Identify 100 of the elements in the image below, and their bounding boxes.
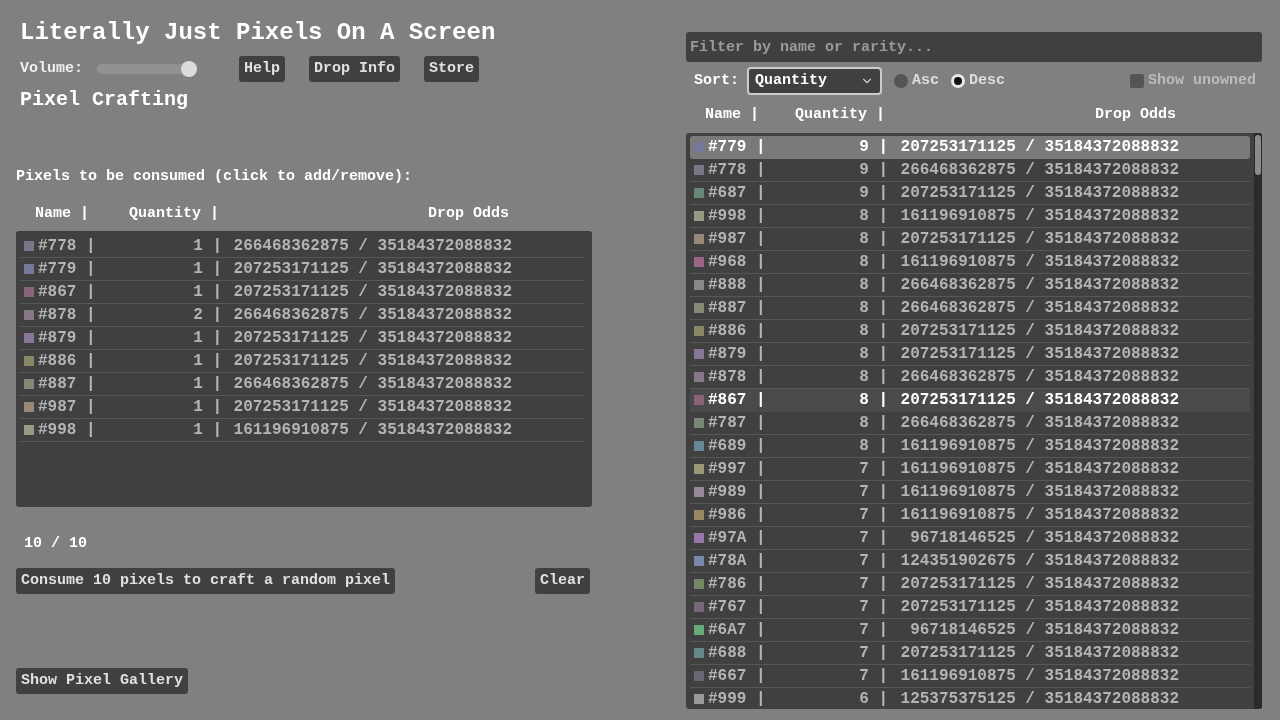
drop-odds-cell-text: 207253171125 / 35184372088832 [232, 282, 512, 303]
nav-button[interactable]: Drop Info [309, 56, 401, 82]
column-header: Drop Odds [427, 203, 509, 224]
drop-odds-cell-text: 96718146525 / 35184372088832 [909, 527, 1179, 549]
column-header: Quantity | [128, 203, 219, 224]
table-row[interactable]: #999 | 6 | 125375375125 / 35184372088832 [690, 687, 1250, 709]
table-row[interactable]: #888 | 8 | 266468362875 / 35184372088832 [690, 273, 1250, 297]
drop-odds-cell-text: 96718146525 / 35184372088832 [909, 619, 1179, 641]
filter-field[interactable]: Filter by name or rarity... [686, 32, 1262, 62]
table-row[interactable]: #998 | 8 | 161196910875 / 35184372088832 [690, 204, 1250, 228]
pixel-name: #688 | [708, 642, 767, 664]
quantity-cell-text: 6 | [858, 688, 888, 709]
quantity-cell-text: 7 | [858, 481, 888, 503]
radio-button[interactable] [951, 74, 966, 88]
table-row[interactable]: #997 | 7 | 161196910875 / 35184372088832 [690, 457, 1250, 481]
pixel-name: #778 | [708, 159, 767, 181]
table-row[interactable]: #878 | 8 | 266468362875 / 35184372088832 [690, 365, 1250, 389]
table-row[interactable]: #667 | 7 | 161196910875 / 35184372088832 [690, 664, 1250, 688]
quantity-cell-text: 9 | [858, 182, 888, 204]
scrollbar[interactable] [1254, 132, 1262, 709]
pixel-name: #989 | [708, 481, 767, 503]
drop-odds-cell-text: 161196910875 / 35184372088832 [899, 481, 1179, 503]
section-heading: Pixel Crafting [20, 88, 190, 112]
pixel-name: #987 | [38, 397, 97, 418]
sort-label: Sort: [694, 70, 739, 91]
table-row[interactable]: #6A7 | 7 | 96718146525 / 35184372088832 [690, 618, 1250, 642]
table-row[interactable]: #688 | 7 | 207253171125 / 35184372088832 [690, 641, 1250, 665]
pixel-name: #997 | [708, 458, 767, 480]
quantity-cell-text: 8 | [858, 366, 888, 388]
table-row[interactable]: #787 | 8 | 266468362875 / 35184372088832 [690, 411, 1250, 435]
table-row[interactable]: #887 | 8 | 266468362875 / 35184372088832 [690, 296, 1250, 320]
drop-odds-cell-text: 266468362875 / 35184372088832 [232, 236, 512, 257]
consume-button[interactable]: Consume 10 pixels to craft a random pixel [16, 567, 396, 594]
table-row[interactable]: #778 | 9 | 266468362875 / 35184372088832 [690, 158, 1250, 182]
quantity-cell-text: 9 | [858, 137, 888, 158]
table-row[interactable]: #786 | 7 | 207253171125 / 35184372088832 [690, 572, 1250, 596]
drop-odds-cell-text: 125375375125 / 35184372088832 [899, 688, 1179, 709]
quantity-cell-text: 8 | [858, 205, 888, 227]
table-row[interactable]: #879 | 1 | 207253171125 / 35184372088832 [20, 327, 584, 350]
clear-button[interactable]: Clear [535, 567, 590, 594]
table-row[interactable]: #878 | 2 | 266468362875 / 35184372088832 [20, 304, 584, 327]
nav-button[interactable]: Help [239, 56, 286, 82]
page-title: Literally Just Pixels On A Screen [20, 20, 497, 46]
pixel-name: #786 | [708, 573, 767, 595]
sort-select[interactable]: Quantity [747, 67, 882, 95]
gallery-button[interactable]: Show Pixel Gallery [16, 667, 189, 694]
pixel-name: #998 | [708, 205, 767, 227]
drop-odds-cell-text: 161196910875 / 35184372088832 [899, 435, 1179, 457]
table-row[interactable]: #968 | 8 | 161196910875 / 35184372088832 [690, 250, 1250, 274]
table-row[interactable]: #887 | 1 | 266468362875 / 35184372088832 [20, 373, 584, 396]
pixel-name: #97A | [708, 527, 767, 549]
pixel-name: #787 | [708, 412, 767, 434]
radio-button[interactable] [894, 74, 908, 88]
pixel-name: #78A | [708, 550, 767, 572]
quantity-cell-text: 8 | [858, 435, 888, 457]
table-row[interactable]: #987 | 8 | 207253171125 / 35184372088832 [690, 227, 1250, 251]
pixel-name: #879 | [38, 328, 97, 349]
radio-label: Asc [912, 70, 940, 91]
quantity-cell-text: 7 | [858, 642, 888, 664]
drop-odds-cell-text: 207253171125 / 35184372088832 [899, 390, 1179, 411]
drop-odds-cell-text: 207253171125 / 35184372088832 [232, 351, 512, 372]
pixel-name: #779 | [38, 259, 97, 280]
drop-odds-cell-text: 207253171125 / 35184372088832 [232, 328, 512, 349]
quantity-cell-text: 7 | [858, 527, 888, 549]
quantity-cell-text: 1 | [192, 236, 222, 257]
checkbox[interactable] [1129, 74, 1144, 88]
pixel-name: #999 | [708, 688, 767, 709]
column-header: Name | [705, 105, 760, 125]
table-row[interactable]: #97A | 7 | 96718146525 / 35184372088832 [690, 526, 1250, 550]
pixel-name: #778 | [38, 236, 97, 257]
table-row[interactable]: #987 | 1 | 207253171125 / 35184372088832 [20, 396, 584, 419]
drop-odds-cell-text: 266468362875 / 35184372088832 [899, 159, 1179, 181]
table-row[interactable]: #879 | 8 | 207253171125 / 35184372088832 [690, 342, 1250, 366]
drop-odds-cell-text: 207253171125 / 35184372088832 [899, 137, 1179, 158]
column-header: Drop Odds [1094, 105, 1176, 125]
pixel-name: #888 | [708, 274, 767, 296]
pixel-name: #886 | [708, 320, 767, 342]
drop-odds-cell-text: 161196910875 / 35184372088832 [899, 504, 1179, 526]
pixel-name: #987 | [708, 228, 767, 250]
table-row[interactable]: #687 | 9 | 207253171125 / 35184372088832 [690, 181, 1250, 205]
nav-button[interactable]: Store [424, 56, 480, 82]
drop-odds-cell-text: 207253171125 / 35184372088832 [899, 596, 1179, 618]
table-row[interactable]: #78A | 7 | 124351902675 / 35184372088832 [690, 549, 1250, 573]
drop-odds-cell-text: 207253171125 / 35184372088832 [899, 573, 1179, 595]
table-row[interactable]: #779 | 1 | 207253171125 / 35184372088832 [20, 258, 584, 281]
volume-label: Volume: [20, 58, 83, 79]
table-row[interactable]: #778 | 1 | 266468362875 / 35184372088832 [20, 235, 584, 258]
table-row[interactable]: #689 | 8 | 161196910875 / 35184372088832 [690, 434, 1250, 458]
table-row[interactable]: #779 | 9 | 207253171125 / 35184372088832 [690, 135, 1250, 159]
table-row[interactable]: #886 | 1 | 207253171125 / 35184372088832 [20, 350, 584, 373]
table-row[interactable]: #867 | 8 | 207253171125 / 35184372088832 [690, 388, 1250, 412]
table-row[interactable]: #867 | 1 | 207253171125 / 35184372088832 [20, 281, 584, 304]
quantity-cell-text: 8 | [858, 390, 888, 411]
table-row[interactable]: #989 | 7 | 161196910875 / 35184372088832 [690, 480, 1250, 504]
table-row[interactable]: #767 | 7 | 207253171125 / 35184372088832 [690, 595, 1250, 619]
checkbox-label: Show unowned [1147, 70, 1256, 91]
table-row[interactable]: #886 | 8 | 207253171125 / 35184372088832 [690, 319, 1250, 343]
quantity-cell-text: 7 | [858, 458, 888, 480]
table-row[interactable]: #986 | 7 | 161196910875 / 35184372088832 [690, 503, 1250, 527]
table-row[interactable]: #998 | 1 | 161196910875 / 35184372088832 [20, 419, 584, 442]
